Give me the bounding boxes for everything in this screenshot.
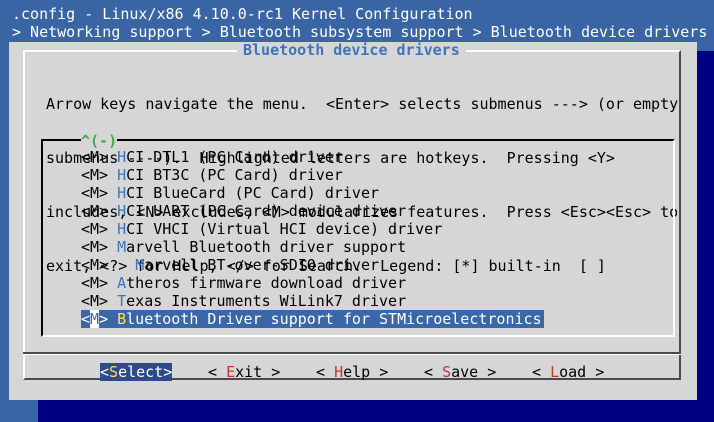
load-button[interactable]: < Load > <box>532 363 604 381</box>
button-hotkey: S <box>442 363 452 381</box>
dialog-shadow-right <box>697 51 714 400</box>
menu-item-label: arvell BT-over-SDIO driver <box>144 256 380 274</box>
menu-item-hotkey: M <box>117 238 127 256</box>
menu-item-label: CI BlueCard (PC Card) driver <box>126 184 380 202</box>
menu-item-hotkey: H <box>117 166 127 184</box>
dialog-title: Bluetooth device drivers <box>237 42 466 58</box>
menu-item-hotkey: B <box>117 310 127 328</box>
menu-item-state[interactable]: <M> <box>81 310 108 328</box>
menu-item-hotkey: H <box>117 148 127 166</box>
cursor: M <box>90 310 100 328</box>
menu-item-label: theros firmware download driver <box>126 274 407 292</box>
menu-item-label: CI UART (PC Card) device driver <box>126 202 407 220</box>
breadcrumb: > Networking support > Bluetooth subsyst… <box>12 23 708 41</box>
menu-item-hotkey: M <box>135 256 145 274</box>
menu-item-label: exas Instruments WiLink7 driver <box>126 292 407 310</box>
menu-item[interactable]: <M> HCI BlueCard (PC Card) driver <box>81 184 544 202</box>
menu-item-indent <box>108 202 117 220</box>
menu-item-selected[interactable]: <M> Bluetooth Driver support for STMicro… <box>81 310 544 328</box>
menu-item-state[interactable]: <M> <box>81 238 108 256</box>
menu-list: <M> HCI DTL1 (PC Card) driver <M> HCI BT3… <box>81 148 544 328</box>
button-hotkey: S <box>109 363 119 381</box>
window-title: .config - Linux/x86 4.10.0-rc1 Kernel Co… <box>12 5 473 23</box>
menu-item-indent <box>108 292 117 310</box>
button-hotkey: L <box>550 363 560 381</box>
menu-item-indent <box>108 166 117 184</box>
menu-item-label: arvell Bluetooth driver support <box>126 238 407 256</box>
menu-item-indent <box>108 184 117 202</box>
menu-item-state[interactable]: <M> <box>81 256 108 274</box>
menu-item-hotkey: T <box>117 292 127 310</box>
menu-item[interactable]: <M> Atheros firmware download driver <box>81 274 544 292</box>
button-hotkey: E <box>226 363 236 381</box>
menu-item-hotkey: H <box>117 220 127 238</box>
menu-item-indent <box>108 274 117 292</box>
menu-item-label: CI DTL1 (PC Card) driver <box>126 148 343 166</box>
menu-item-indent <box>108 238 117 256</box>
help-line: Arrow keys navigate the menu. <Enter> se… <box>46 95 679 113</box>
exit-button[interactable]: < Exit > <box>208 363 280 381</box>
menu-item[interactable]: <M> Marvell BT-over-SDIO driver <box>81 256 544 274</box>
dialog-shadow-bottom <box>38 400 714 422</box>
save-button[interactable]: < Save > <box>424 363 496 381</box>
menu-item[interactable]: <M> Marvell Bluetooth driver support <box>81 238 544 256</box>
menu-item-state[interactable]: <M> <box>81 184 108 202</box>
menu-item-label: luetooth Driver support for STMicroelect… <box>126 310 542 328</box>
menu-item[interactable]: <M> HCI BT3C (PC Card) driver <box>81 166 544 184</box>
menu-item[interactable]: <M> HCI VHCI (Virtual HCI device) driver <box>81 220 544 238</box>
menu-item-state[interactable]: <M> <box>81 148 108 166</box>
menu-item[interactable]: <M> HCI UART (PC Card) device driver <box>81 202 544 220</box>
button-separator-highlight <box>23 354 681 355</box>
menu-item-hotkey: H <box>117 202 127 220</box>
menu-item-state[interactable]: <M> <box>81 202 108 220</box>
menu-item-indent <box>108 256 135 274</box>
menu-item-hotkey: A <box>117 274 127 292</box>
menu-item-state[interactable]: <M> <box>81 166 108 184</box>
select-button[interactable]: <Select> <box>100 363 173 381</box>
menu-item-state[interactable]: <M> <box>81 292 108 310</box>
help-button[interactable]: < Help > <box>316 363 388 381</box>
menu-item-hotkey: H <box>117 184 127 202</box>
menu-item-state[interactable]: <M> <box>81 220 108 238</box>
menu-item[interactable]: <M> Texas Instruments WiLink7 driver <box>81 292 544 310</box>
menu-item-label: CI VHCI (Virtual HCI device) driver <box>126 220 443 238</box>
menu-item-indent <box>108 310 117 328</box>
menu-dialog: Bluetooth device drivers Arrow keys navi… <box>9 42 697 400</box>
menu-item-indent <box>108 220 117 238</box>
menu-item-label: CI BT3C (PC Card) driver <box>126 166 343 184</box>
button-hotkey: H <box>334 363 344 381</box>
menu-item-indent <box>108 148 117 166</box>
menu-item[interactable]: <M> HCI DTL1 (PC Card) driver <box>81 148 544 166</box>
menu-item-state[interactable]: <M> <box>81 274 108 292</box>
